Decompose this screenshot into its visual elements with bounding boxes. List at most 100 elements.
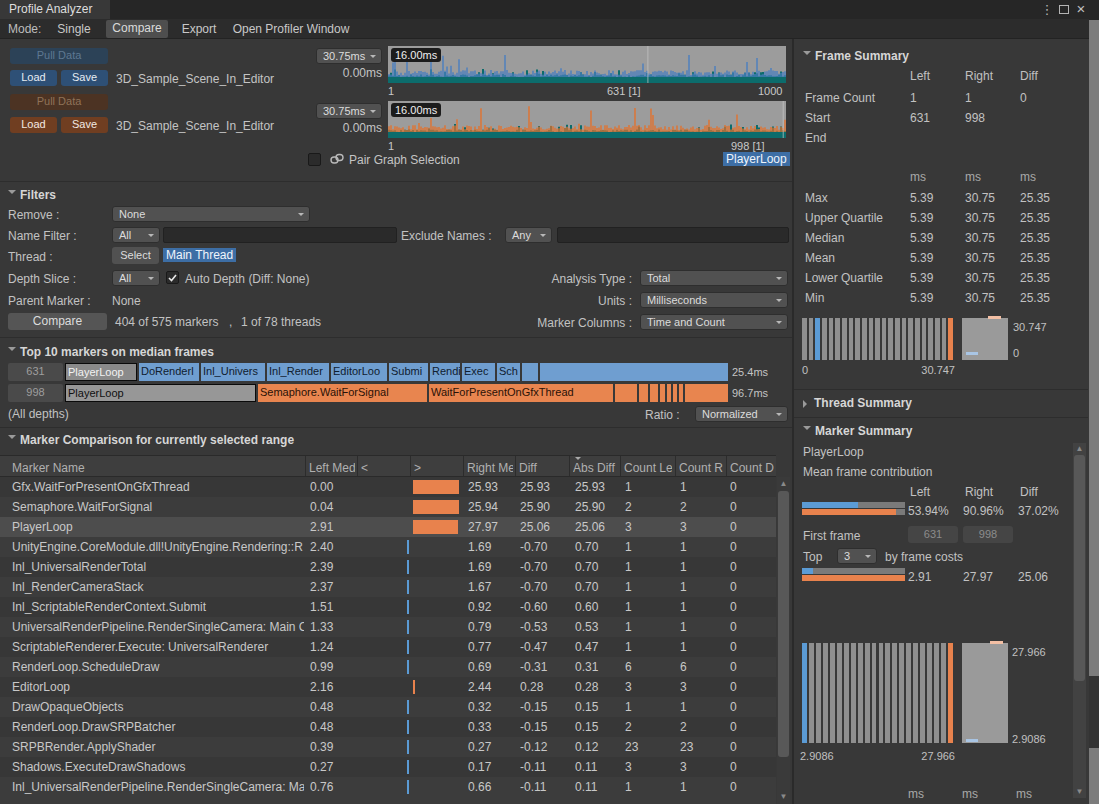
scrollbar-thumb[interactable]	[778, 491, 789, 757]
table-row[interactable]: Inl_ScriptableRenderContext.Submit1.510.…	[0, 597, 776, 617]
top10-segment[interactable]	[639, 384, 648, 402]
top10-segment[interactable]: Inl_Univers	[201, 363, 265, 381]
column-header[interactable]: Left Med	[309, 461, 355, 475]
auto-depth-checkbox[interactable]	[166, 271, 179, 284]
exclude-names-input[interactable]	[557, 227, 789, 243]
pull-data-right-button[interactable]: Pull Data	[10, 94, 108, 110]
top10-segment[interactable]	[540, 363, 728, 381]
graph-selection-label[interactable]: PlayerLoop	[723, 152, 790, 166]
thread-select-button[interactable]: Select	[112, 247, 159, 264]
export-button[interactable]: Export	[176, 21, 222, 38]
maximize-icon[interactable]	[1059, 5, 1069, 14]
marker-columns-dropdown[interactable]: Time and Count	[640, 314, 788, 330]
scroll-up-icon[interactable]: ▲	[1073, 444, 1086, 454]
ratio-dropdown[interactable]: Normalized	[695, 406, 788, 422]
top10-segment[interactable]: Inl_Render	[267, 363, 329, 381]
top10-segment[interactable]	[522, 363, 538, 381]
name-filter-input[interactable]	[163, 227, 397, 243]
table-row[interactable]: Inl_UniversalRenderPipeline.RenderSingle…	[0, 777, 776, 797]
load-right-button[interactable]: Load	[10, 117, 57, 133]
column-header[interactable]: Marker Name	[12, 461, 302, 475]
table-row[interactable]: Inl_UniversalRenderTotal2.391.69-0.700.7…	[0, 557, 776, 577]
column-header[interactable]: Count R	[679, 461, 724, 475]
first-frame-right-button[interactable]: 998	[963, 526, 1013, 543]
top10-segment[interactable]	[650, 384, 658, 402]
table-row[interactable]: Inl_RenderCameraStack2.371.67-0.700.7011…	[0, 577, 776, 597]
scroll-up-icon[interactable]: ▲	[777, 479, 790, 489]
scroll-down-icon[interactable]: ▼	[777, 792, 790, 802]
open-profiler-window-button[interactable]: Open Profiler Window	[228, 21, 354, 38]
filters-header[interactable]: Filters	[8, 188, 56, 202]
marker-summary-header[interactable]: Marker Summary	[803, 424, 912, 438]
comparison-header[interactable]: Marker Comparison for currently selected…	[8, 433, 294, 447]
top10-segment[interactable]	[615, 384, 637, 402]
top10-segment[interactable]	[667, 384, 671, 402]
top10-segment[interactable]: Sch	[497, 363, 520, 381]
exclude-mode-dropdown[interactable]: Any	[505, 227, 552, 243]
graph-top[interactable]	[388, 46, 786, 83]
top10-frame-button[interactable]: 998	[8, 384, 63, 402]
scrollbar-thumb[interactable]	[1074, 455, 1085, 681]
units-dropdown[interactable]: Milliseconds	[640, 292, 788, 308]
first-frame-left-button[interactable]: 631	[908, 526, 958, 543]
mode-single-button[interactable]: Single	[48, 21, 100, 38]
graph-bottom[interactable]	[388, 101, 786, 138]
column-header[interactable]: Count Le	[624, 461, 672, 475]
load-left-button[interactable]: Load	[10, 70, 57, 86]
save-left-button[interactable]: Save	[61, 70, 108, 86]
table-row[interactable]: DrawOpaqueObjects0.480.32-0.150.15110	[0, 697, 776, 717]
compare-button[interactable]: Compare	[8, 313, 107, 330]
top10-segment[interactable]: PlayerLoop	[65, 384, 256, 402]
mode-compare-button[interactable]: Compare	[106, 20, 168, 38]
top10-segment[interactable]: Exec	[462, 363, 495, 381]
table-row[interactable]: SRPBRender.ApplyShader0.390.27-0.120.122…	[0, 737, 776, 757]
table-row[interactable]: Semaphore.WaitForSignal0.0425.9425.9025.…	[0, 497, 776, 517]
table-row[interactable]: EditorLoop2.162.440.280.28330	[0, 677, 776, 697]
top10-segment[interactable]: DoRenderl	[139, 363, 199, 381]
window-tab[interactable]: Profile Analyzer	[0, 0, 110, 19]
table-row[interactable]: RenderLoop.DrawSRPBatcher0.480.33-0.150.…	[0, 717, 776, 737]
remove-dropdown[interactable]: None	[112, 206, 310, 222]
column-header[interactable]: >	[414, 461, 454, 475]
table-row[interactable]: PlayerLoop2.9127.9725.0625.06330	[0, 517, 776, 537]
close-icon[interactable]: ×	[1074, 0, 1088, 18]
top10-segment[interactable]: Rendi	[430, 363, 460, 381]
thread-summary-header[interactable]: Thread Summary	[803, 396, 912, 410]
pull-data-left-button[interactable]: Pull Data	[10, 48, 108, 64]
kebab-menu-icon[interactable]: ⋮	[1040, 1, 1054, 18]
top10-segment[interactable]: Semaphore.WaitForSignal	[258, 384, 427, 402]
top10-segment[interactable]	[673, 384, 677, 402]
graph-top-scale-dropdown[interactable]: 30.75ms	[316, 48, 382, 64]
table-row[interactable]: Shadows.ExecuteDrawShadows0.270.17-0.110…	[0, 757, 776, 777]
table-row[interactable]: ScriptableRenderer.Execute: UniversalRen…	[0, 637, 776, 657]
column-header[interactable]: <	[361, 461, 401, 475]
top-n-dropdown[interactable]: 3	[837, 548, 877, 564]
top10-segment[interactable]: WaitForPresentOnGfxThread	[429, 384, 613, 402]
top10-header[interactable]: Top 10 markers on median frames	[8, 345, 214, 359]
top10-segment[interactable]	[679, 384, 683, 402]
name-filter-mode-dropdown[interactable]: All	[112, 227, 160, 243]
column-header[interactable]: Abs Diff	[573, 461, 617, 475]
depth-slice-dropdown[interactable]: All	[112, 270, 160, 286]
column-header[interactable]: Count D	[730, 461, 774, 475]
pair-graph-checkbox[interactable]	[308, 153, 321, 166]
table-row[interactable]: Gfx.WaitForPresentOnGfxThread0.0025.9325…	[0, 477, 776, 497]
column-header[interactable]: Right Med	[467, 461, 513, 475]
scroll-down-icon[interactable]: ▼	[1073, 787, 1086, 797]
column-header[interactable]: Diff	[519, 461, 559, 475]
table-scrollbar[interactable]: ▲ ▼	[777, 477, 790, 804]
table-row[interactable]: RenderLoop.ScheduleDraw0.990.69-0.310.31…	[0, 657, 776, 677]
top10-segment[interactable]: EditorLoo	[331, 363, 387, 381]
top10-segment[interactable]: Submi	[389, 363, 428, 381]
top10-segment[interactable]: PlayerLoop	[65, 363, 137, 381]
top10-frame-button[interactable]: 631	[8, 363, 63, 381]
top10-segment[interactable]	[685, 384, 728, 402]
analysis-type-dropdown[interactable]: Total	[640, 270, 788, 286]
graph-bottom-scale-dropdown[interactable]: 30.75ms	[316, 103, 382, 119]
table-row[interactable]: UnityEngine.CoreModule.dll!UnityEngine.R…	[0, 537, 776, 557]
right-panel-scrollbar[interactable]: ▲ ▼	[1073, 443, 1086, 798]
save-right-button[interactable]: Save	[61, 117, 108, 133]
frame-summary-header[interactable]: Frame Summary	[803, 49, 909, 63]
top10-segment[interactable]	[660, 384, 665, 402]
table-row[interactable]: UniversalRenderPipeline.RenderSingleCame…	[0, 617, 776, 637]
